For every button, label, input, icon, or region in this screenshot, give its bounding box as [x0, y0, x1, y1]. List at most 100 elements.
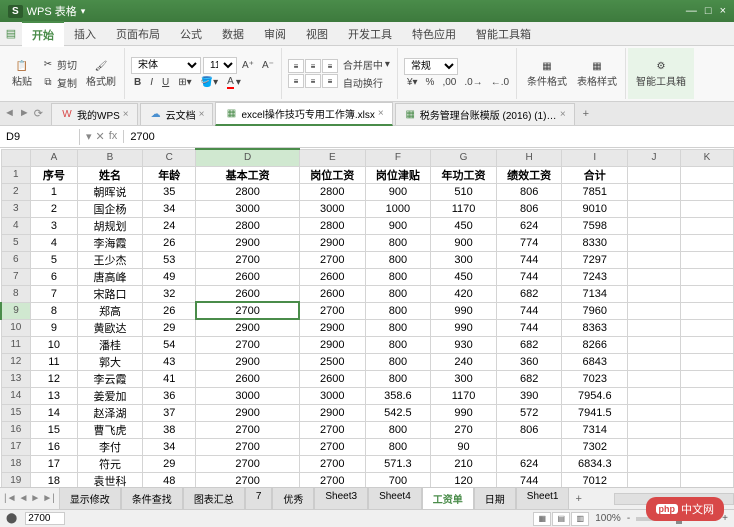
cell[interactable]: 黄歐达	[77, 319, 143, 336]
decrease-decimal-button[interactable]: ←.0	[488, 76, 512, 89]
cell[interactable]: 6843	[562, 353, 628, 370]
cell[interactable]	[628, 166, 681, 183]
doc-tab-workbook2[interactable]: ▦ 税务管理台账模版 (2016) (1).xlsx ×	[395, 103, 575, 125]
cell[interactable]	[628, 183, 681, 200]
cell[interactable]: 绩效工资	[496, 166, 562, 183]
menu-special[interactable]: 特色应用	[402, 22, 466, 46]
cell[interactable]: 800	[365, 268, 431, 285]
cell[interactable]: 8363	[562, 319, 628, 336]
cell[interactable]: 2700	[196, 251, 300, 268]
paste-button[interactable]: 📋 粘贴	[8, 57, 36, 90]
cell[interactable]	[628, 319, 681, 336]
cell[interactable]: 990	[431, 319, 497, 336]
doc-tab-mywps[interactable]: W 我的WPS ×	[51, 103, 138, 125]
menu-view[interactable]: 视图	[296, 22, 338, 46]
menu-file-icon[interactable]: ▤	[4, 27, 18, 41]
sheet-tab[interactable]: Sheet4	[368, 487, 422, 511]
cell[interactable]: 1170	[431, 200, 497, 217]
sheet-tab[interactable]: 日期	[474, 487, 516, 511]
row-header[interactable]: 8	[1, 285, 31, 302]
cell[interactable]: 2700	[299, 302, 365, 319]
cell[interactable]: 2700	[196, 438, 300, 455]
cell[interactable]	[628, 217, 681, 234]
cell[interactable]: 510	[431, 183, 497, 200]
menu-data[interactable]: 数据	[212, 22, 254, 46]
cell[interactable]: 1000	[365, 200, 431, 217]
cell[interactable]: 李海霞	[77, 234, 143, 251]
cell[interactable]: 7302	[562, 438, 628, 455]
cell[interactable]: 240	[431, 353, 497, 370]
sheet-tab[interactable]: 优秀	[272, 487, 314, 511]
col-header[interactable]: A	[31, 149, 78, 166]
format-painter-button[interactable]: 🖌 格式刷	[82, 57, 120, 90]
view-normal-button[interactable]: ▦	[533, 512, 551, 526]
cell[interactable]: 国企杨	[77, 200, 143, 217]
currency-button[interactable]: ¥▾	[404, 76, 421, 89]
cell[interactable]: 2600	[299, 370, 365, 387]
nav-back-icon[interactable]: ◄	[4, 107, 15, 120]
cell[interactable]: 6834.3	[562, 455, 628, 472]
conditional-format-button[interactable]: ▦ 条件格式	[523, 57, 571, 90]
cell[interactable]: 270	[431, 421, 497, 438]
cell[interactable]: 29	[143, 319, 196, 336]
cell[interactable]: 王少杰	[77, 251, 143, 268]
tab-close-icon[interactable]: ×	[560, 109, 566, 120]
cell[interactable]	[628, 200, 681, 217]
cell[interactable]: 682	[496, 285, 562, 302]
increase-font-button[interactable]: A⁺	[239, 57, 257, 74]
menu-page-layout[interactable]: 页面布局	[106, 22, 170, 46]
bold-button[interactable]: B	[131, 75, 144, 90]
align-top-center[interactable]: ≡	[305, 59, 321, 73]
doc-tab-workbook1[interactable]: ▦ excel操作技巧专用工作簿.xlsx ×	[215, 102, 392, 126]
cell[interactable]	[628, 302, 681, 319]
sheet-tab[interactable]: Sheet3	[314, 487, 368, 511]
align-bottom-left[interactable]: ≡	[288, 74, 304, 88]
cell[interactable]: 2	[31, 200, 78, 217]
cell[interactable]	[681, 183, 734, 200]
cell[interactable]: 7297	[562, 251, 628, 268]
row-header[interactable]: 6	[1, 251, 31, 268]
cell[interactable]: 岗位津贴	[365, 166, 431, 183]
cell[interactable]	[681, 166, 734, 183]
cell[interactable]: 6	[31, 268, 78, 285]
minimize-button[interactable]: —	[686, 5, 697, 17]
tab-close-icon[interactable]: ×	[199, 109, 205, 120]
smart-tools-button[interactable]: ⚙ 智能工具箱	[632, 57, 690, 90]
cell[interactable]: 360	[496, 353, 562, 370]
cell[interactable]: 14	[31, 404, 78, 421]
cell[interactable]: 90	[431, 438, 497, 455]
cell[interactable]	[628, 268, 681, 285]
cell[interactable]: 774	[496, 234, 562, 251]
menu-formulas[interactable]: 公式	[170, 22, 212, 46]
cell[interactable]: 26	[143, 234, 196, 251]
sheet-nav-last-icon[interactable]: ►|	[42, 493, 55, 504]
cell[interactable]: 800	[365, 285, 431, 302]
formula-input[interactable]: 2700	[124, 129, 734, 145]
cell[interactable]: 2600	[299, 285, 365, 302]
align-top-right[interactable]: ≡	[322, 59, 338, 73]
cell[interactable]: 郑高	[77, 302, 143, 319]
cell[interactable]	[628, 336, 681, 353]
col-header[interactable]: F	[365, 149, 431, 166]
spreadsheet-grid[interactable]: A B C D E F G H I J K 1序号姓名年龄基本工资岗位工资岗位津…	[0, 148, 734, 505]
nav-refresh-icon[interactable]: ⟳	[34, 107, 43, 120]
border-button[interactable]: ⊞▾	[175, 75, 194, 90]
cell[interactable]: 542.5	[365, 404, 431, 421]
cell[interactable]	[681, 404, 734, 421]
cut-button[interactable]: ✂剪切	[38, 56, 80, 73]
cell[interactable]: 990	[431, 404, 497, 421]
italic-button[interactable]: I	[147, 75, 156, 90]
cell[interactable]	[496, 438, 562, 455]
cell[interactable]	[681, 302, 734, 319]
menu-home[interactable]: 开始	[22, 21, 64, 47]
cell[interactable]: 624	[496, 455, 562, 472]
sheet-tab[interactable]: 条件查找	[121, 487, 183, 511]
cell[interactable]	[681, 234, 734, 251]
cell[interactable]: 49	[143, 268, 196, 285]
cell[interactable]: 800	[365, 234, 431, 251]
cell[interactable]: 3000	[299, 200, 365, 217]
sheet-nav-next-icon[interactable]: ►	[30, 493, 40, 504]
comma-button[interactable]: ,00	[439, 76, 459, 89]
sheet-tab[interactable]: 7	[245, 487, 273, 511]
fb-cancel-icon[interactable]: ✕	[96, 130, 105, 143]
